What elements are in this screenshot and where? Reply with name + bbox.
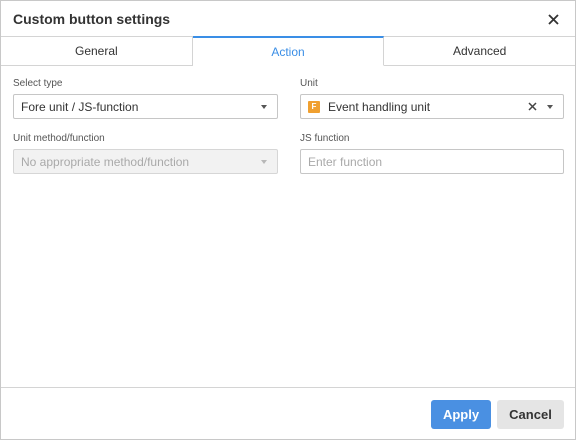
select-type-value: Fore unit / JS-function [21,99,139,114]
tab-advanced[interactable]: Advanced [384,37,576,65]
unit-value: Event handling unit [328,99,431,114]
tab-general[interactable]: General [1,37,193,65]
close-button[interactable] [542,9,564,29]
dialog-titlebar: Custom button settings [1,1,575,36]
select-type-dropdown[interactable]: Fore unit / JS-function [13,94,278,119]
footer-divider [1,387,575,388]
clear-icon [528,102,537,111]
tab-action[interactable]: Action [192,36,385,66]
cancel-button[interactable]: Cancel [497,400,564,429]
custom-button-settings-dialog: Custom button settings General Action Ad… [0,0,576,440]
fore-unit-icon: F [308,100,320,113]
close-icon [547,13,559,25]
tab-general-label: General [74,44,118,58]
apply-button[interactable]: Apply [431,400,491,429]
unit-method-value: No appropriate method/function [21,154,190,169]
unit-method-label: Unit method/function [13,133,105,144]
chevron-down-icon [547,104,553,109]
clear-unit-button[interactable] [528,102,537,111]
js-function-label: JS function [300,133,350,144]
unit-label: Unit [300,78,318,89]
chevron-down-icon [261,104,267,109]
js-function-input[interactable] [300,149,564,174]
tab-advanced-label: Advanced [452,44,507,58]
tab-bar: General Action Advanced [1,36,576,66]
unit-method-dropdown[interactable]: No appropriate method/function [13,149,278,174]
tab-action-label: Action [271,44,305,59]
chevron-down-icon [261,159,267,164]
unit-dropdown[interactable]: F Event handling unit [300,94,564,119]
dialog-title: Custom button settings [13,11,171,27]
select-type-label: Select type [13,78,63,89]
